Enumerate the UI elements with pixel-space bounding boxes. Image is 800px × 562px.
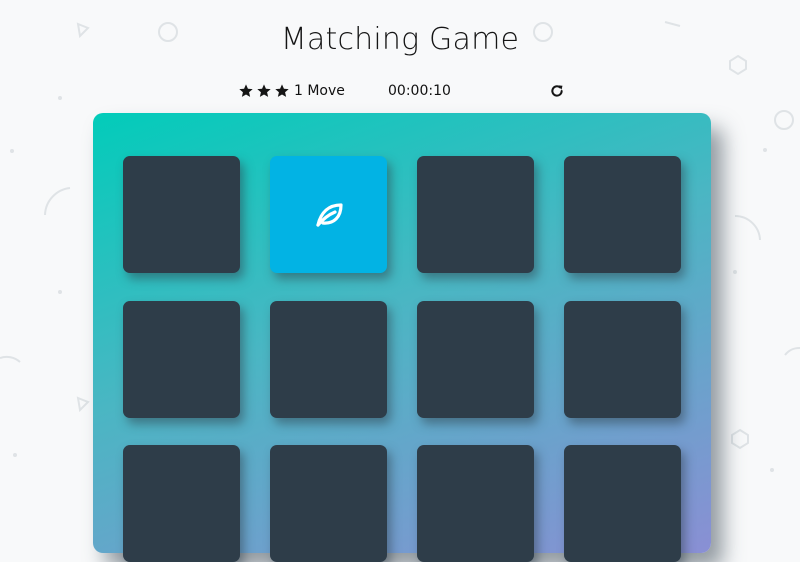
card[interactable]: [417, 445, 534, 562]
card[interactable]: [123, 301, 240, 418]
card-deck: [93, 113, 711, 562]
card[interactable]: [564, 156, 681, 273]
card[interactable]: [417, 301, 534, 418]
card[interactable]: [270, 301, 387, 418]
card[interactable]: [564, 445, 681, 562]
score-panel: 1 Move 00:00:10: [238, 83, 568, 103]
timer: 00:00:10: [388, 83, 451, 99]
star-icon: [274, 83, 290, 99]
leaf-icon: [311, 197, 347, 233]
card[interactable]: [564, 301, 681, 418]
moves-counter: 1 Move: [294, 83, 345, 99]
card[interactable]: [270, 445, 387, 562]
star-icon: [256, 83, 272, 99]
star-icon: [238, 83, 254, 99]
star-rating: [238, 83, 290, 99]
restart-icon: [551, 85, 563, 97]
card-open[interactable]: [270, 156, 387, 273]
card[interactable]: [123, 445, 240, 562]
card[interactable]: [417, 156, 534, 273]
card[interactable]: [123, 156, 240, 273]
restart-button[interactable]: [549, 83, 565, 99]
page-title: Matching Game: [280, 22, 520, 57]
